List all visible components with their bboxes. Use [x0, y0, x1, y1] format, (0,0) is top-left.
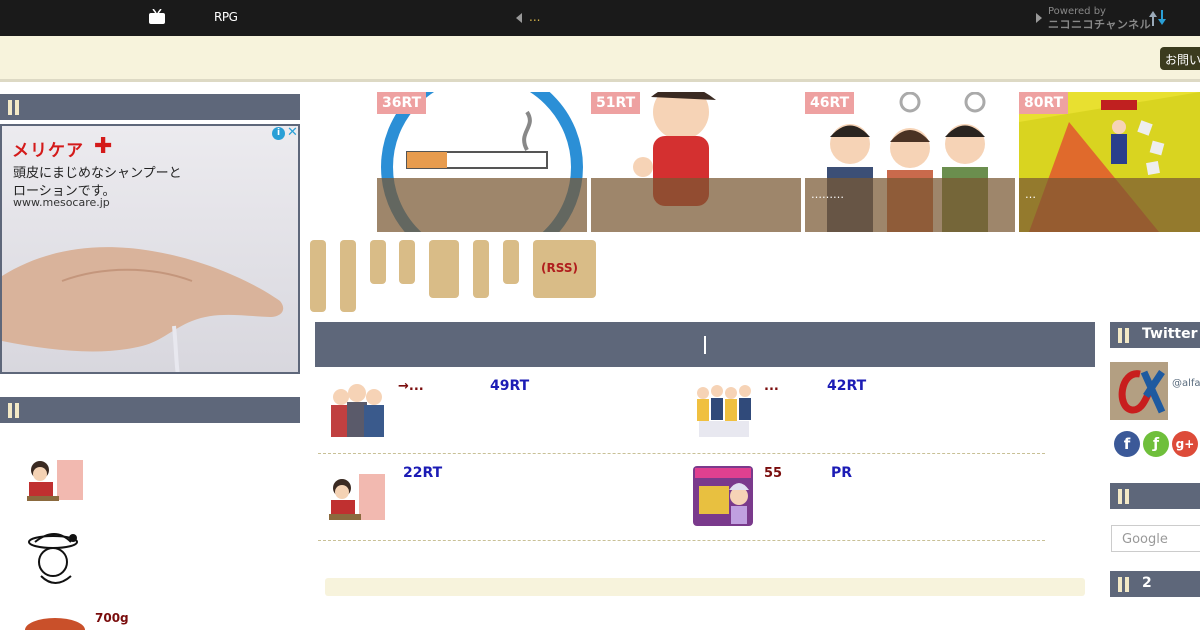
prev-arrow-icon[interactable]	[516, 13, 522, 23]
sidebar-thumb-3[interactable]	[25, 614, 85, 630]
card-caption-overlay: …	[1019, 178, 1200, 232]
search-heading	[1110, 483, 1200, 509]
card-caption-overlay	[591, 178, 801, 232]
ad-copy-line1: 頭皮にまじめなシャンプーと	[13, 166, 182, 181]
tag-button[interactable]	[370, 240, 386, 284]
featured-card[interactable]: 46RT ………	[805, 92, 1015, 232]
ticker-text[interactable]: ...	[529, 10, 540, 24]
channel-title[interactable]: RPG	[214, 10, 238, 24]
hand-image	[2, 247, 284, 372]
heading-cursor	[704, 336, 706, 354]
ranking-title: 2	[1142, 575, 1152, 591]
article-rt-count: 49RT	[490, 378, 530, 394]
featured-card[interactable]: 36RT	[377, 92, 587, 232]
sort-arrows-icon[interactable]	[1148, 8, 1168, 28]
header-band	[0, 36, 1200, 82]
featured-card[interactable]: 51RT	[591, 92, 801, 232]
sidebar-heading	[0, 397, 300, 423]
tag-button[interactable]	[340, 240, 356, 312]
article-thumb[interactable]	[327, 381, 387, 439]
twitter-title: Twitter	[1142, 326, 1198, 342]
rt-badge: 51RT	[591, 92, 641, 114]
tv-icon[interactable]	[148, 9, 166, 25]
rt-badge: 80RT	[1019, 92, 1069, 114]
feedly-icon[interactable]: ƒ	[1143, 431, 1169, 457]
article-title[interactable]: ...	[764, 379, 779, 394]
ad-close-icon[interactable]: ✕	[287, 126, 298, 140]
alpha-logo-icon[interactable]	[1110, 362, 1168, 420]
ad-brand[interactable]: メリケア	[12, 136, 84, 161]
ad-url[interactable]: www.mesocare.jp	[13, 196, 110, 209]
article-thumb[interactable]	[693, 466, 753, 526]
card-caption-overlay: ………	[805, 178, 1015, 232]
ad-banner[interactable]: メリケア ✚ 頭皮にまじめなシャンプーと ローションです。 www.mesoca…	[0, 124, 300, 374]
rt-badge: 46RT	[805, 92, 855, 114]
article-title[interactable]: →...	[398, 379, 424, 394]
google-plus-icon[interactable]: g+	[1172, 431, 1198, 457]
facebook-icon[interactable]: f	[1114, 431, 1140, 457]
top-bar	[0, 0, 1200, 36]
article-rt-count: 42RT	[827, 378, 867, 394]
rt-badge: 36RT	[377, 92, 427, 114]
tag-button[interactable]	[310, 240, 326, 312]
niconico-channel-logo[interactable]: ニコニコチャンネル	[1048, 16, 1151, 32]
card-caption: …	[1025, 188, 1036, 201]
featured-card[interactable]: 80RT …	[1019, 92, 1200, 232]
sidebar-thumb-1[interactable]	[25, 452, 85, 504]
next-arrow-icon[interactable]	[1036, 13, 1042, 23]
tag-button[interactable]	[399, 240, 415, 284]
tag-button[interactable]	[473, 240, 489, 298]
cross-icon: ✚	[94, 134, 113, 159]
article-rt-count: 22RT	[403, 465, 443, 481]
sidebar-thumb-2[interactable]	[25, 530, 85, 590]
article-thumb[interactable]	[327, 468, 387, 526]
sidebar-item-title[interactable]: 700g	[95, 611, 129, 625]
ranking-heading	[1110, 571, 1200, 597]
tag-button[interactable]	[429, 240, 459, 298]
sidebar-ad-heading	[0, 94, 300, 120]
ad-info-icon[interactable]: i	[272, 127, 285, 140]
article-thumb[interactable]	[693, 381, 753, 439]
card-caption-overlay	[377, 178, 587, 232]
pager-strip	[325, 578, 1085, 596]
site-search-input[interactable]: Google	[1111, 525, 1200, 552]
tag-button[interactable]	[503, 240, 519, 284]
rss-tag-label: (RSS)	[541, 261, 578, 275]
twitter-handle[interactable]: @alfa	[1172, 378, 1200, 389]
article-pr-label: PR	[831, 465, 853, 481]
card-caption: ………	[811, 188, 844, 201]
row-divider	[318, 540, 1045, 541]
contact-button[interactable]: お問い	[1160, 47, 1200, 70]
article-title[interactable]: 55	[764, 466, 782, 481]
row-divider	[318, 453, 1045, 454]
